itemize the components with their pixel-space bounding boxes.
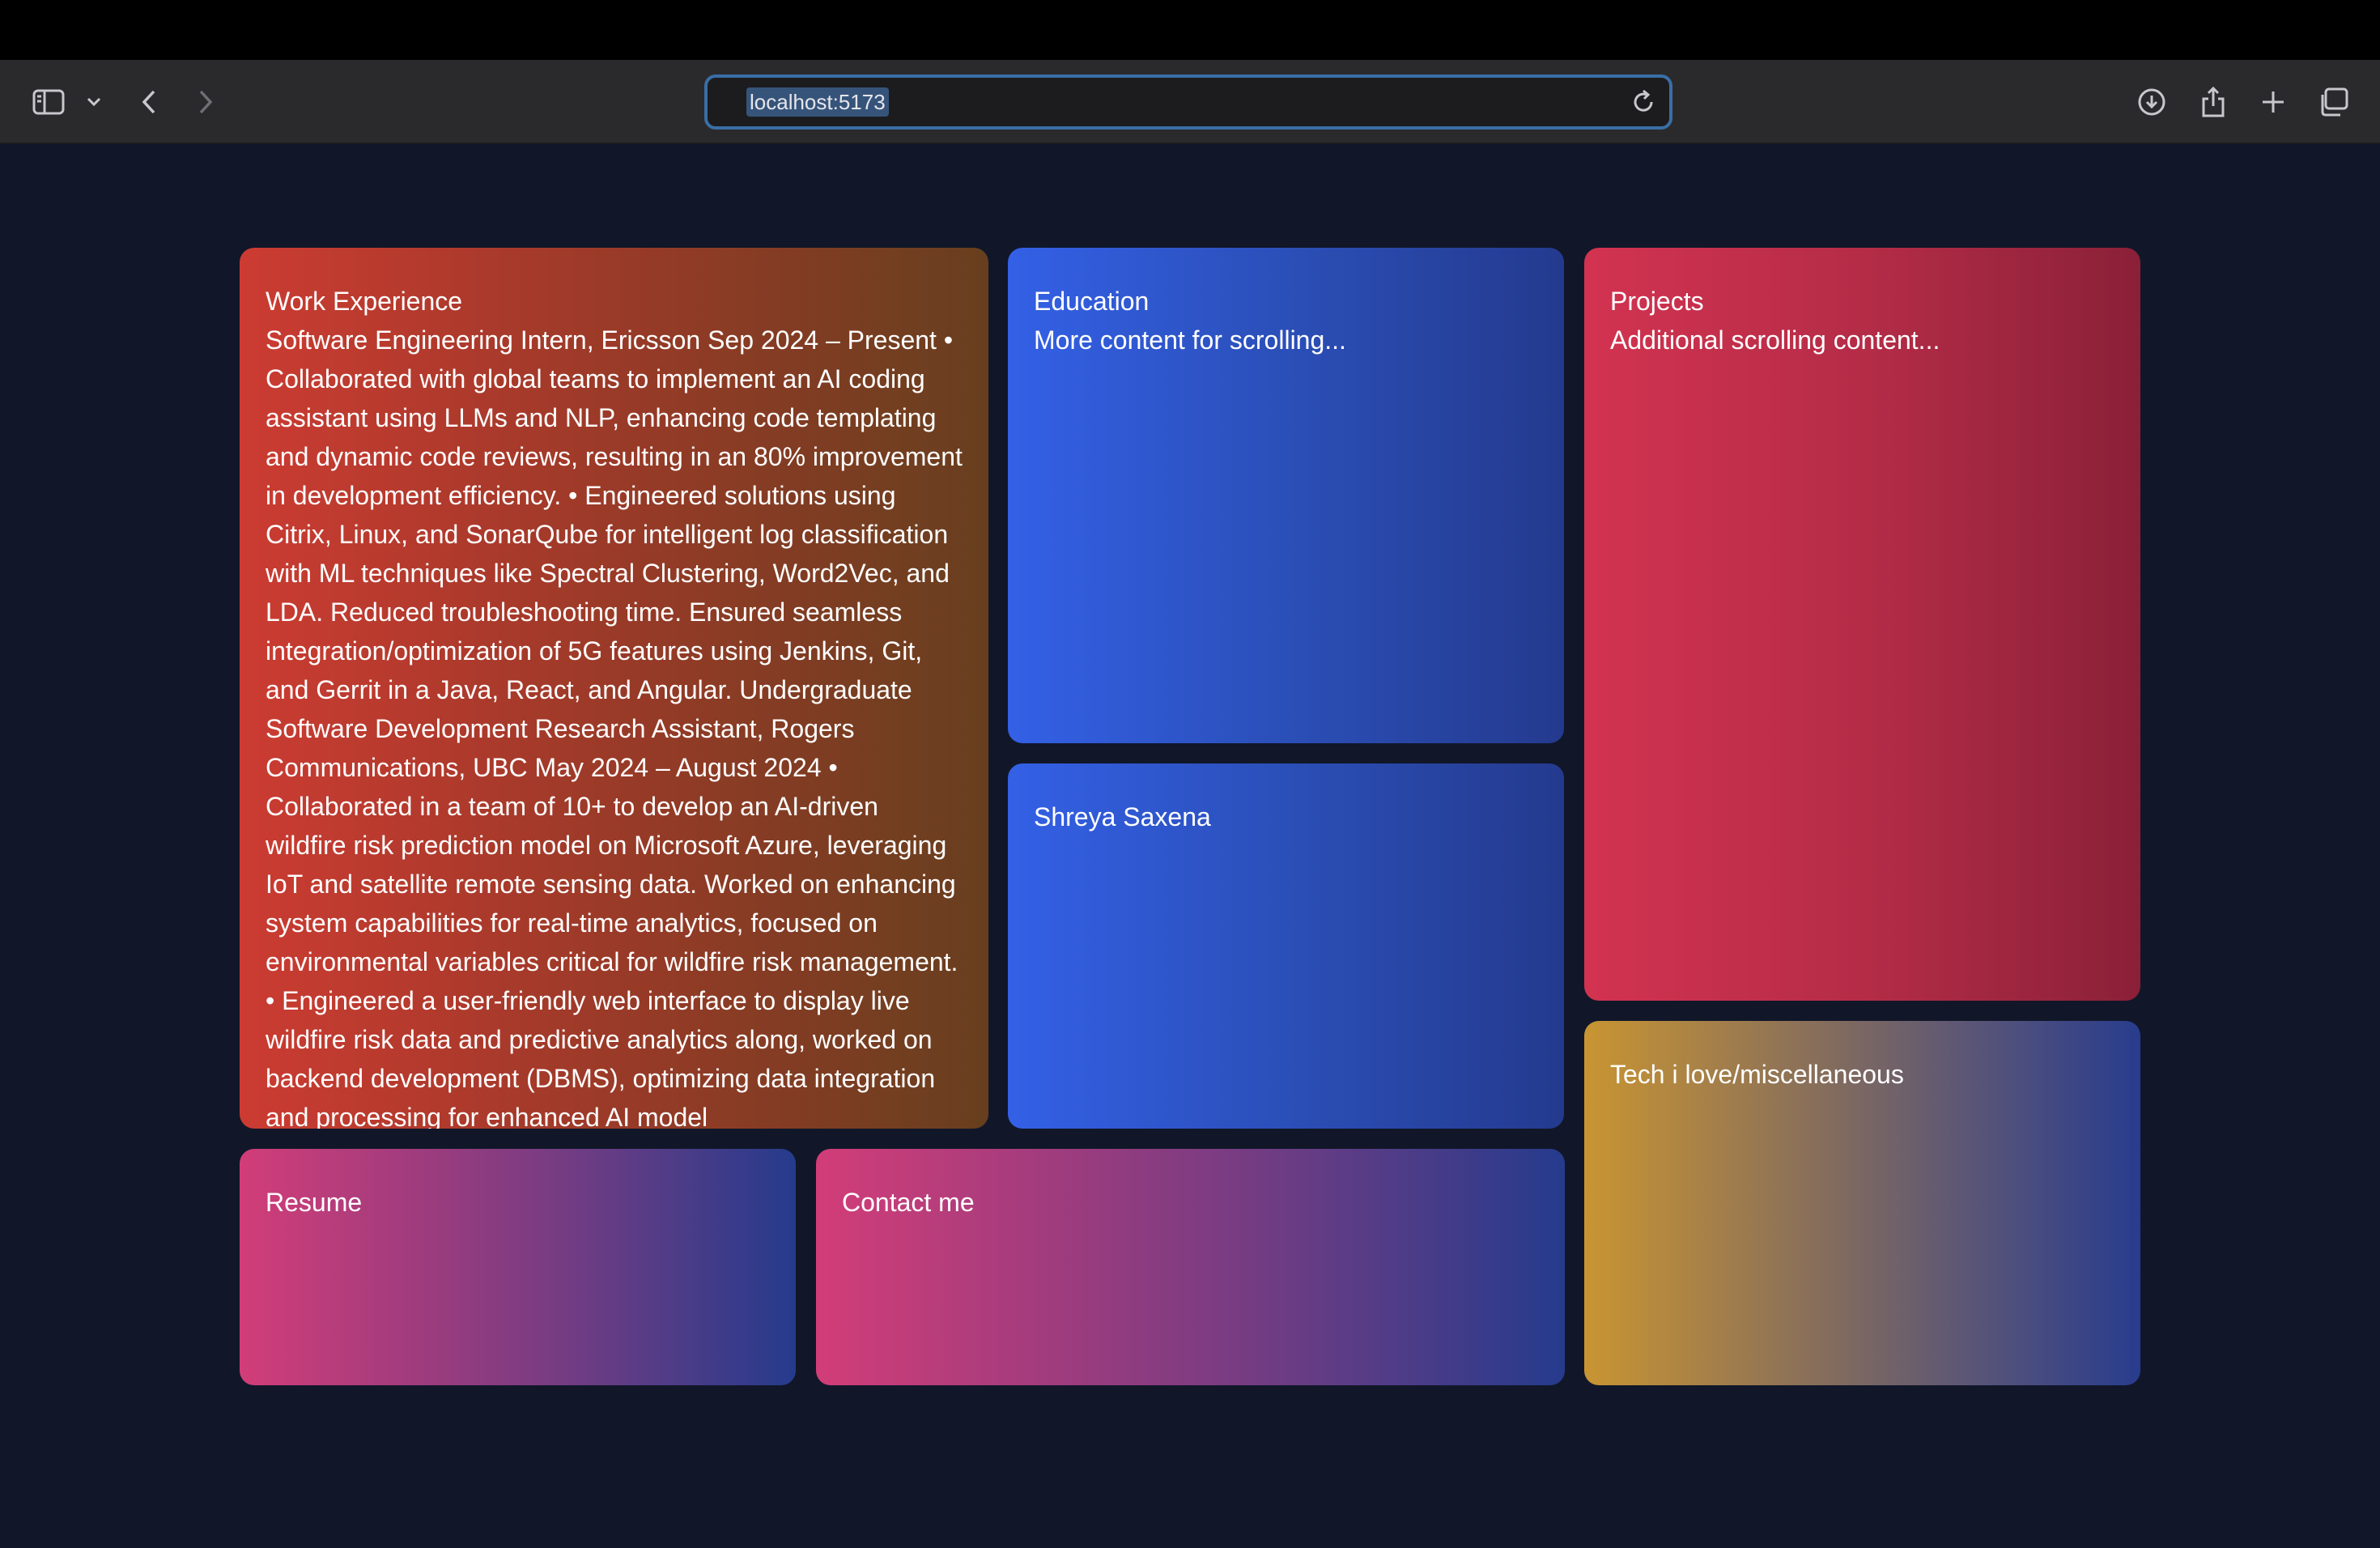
download-icon[interactable] — [2134, 84, 2170, 120]
plus-icon[interactable] — [2255, 84, 2291, 120]
resume-card[interactable]: Resume — [240, 1149, 796, 1385]
work-experience-title: Work Experience — [266, 287, 463, 316]
projects-body: Additional scrolling content... — [1610, 325, 1940, 355]
name-title: Shreya Saxena — [1034, 802, 1211, 831]
work-experience-body: Software Engineering Intern, Ericsson Se… — [266, 325, 963, 1129]
resume-title: Resume — [266, 1188, 363, 1217]
tech-card[interactable]: Tech i love/miscellaneous — [1584, 1021, 2140, 1385]
browser-toolbar: localhost:5173 — [0, 60, 2380, 144]
url-text[interactable]: localhost:5173 — [746, 87, 889, 117]
name-card[interactable]: Shreya Saxena — [1008, 763, 1564, 1129]
contact-title: Contact me — [842, 1188, 975, 1217]
chevron-down-icon[interactable] — [78, 84, 110, 120]
work-experience-card[interactable]: Work Experience Software Engineering Int… — [240, 248, 988, 1129]
projects-card[interactable]: Projects Additional scrolling content... — [1584, 248, 2140, 1001]
education-title: Education — [1034, 287, 1150, 316]
contact-card[interactable]: Contact me — [816, 1149, 1565, 1385]
page-content: Work Experience Software Engineering Int… — [0, 144, 2380, 1548]
tech-title: Tech i love/miscellaneous — [1610, 1060, 1904, 1089]
education-body: More content for scrolling... — [1034, 325, 1346, 355]
projects-title: Projects — [1610, 287, 1704, 316]
address-bar[interactable]: localhost:5173 — [704, 74, 1672, 130]
chevron-left-icon[interactable] — [131, 84, 167, 120]
share-icon[interactable] — [2195, 84, 2231, 120]
tab-overview-icon[interactable] — [2315, 84, 2351, 120]
reload-icon[interactable] — [1629, 87, 1658, 117]
sidebar-icon[interactable] — [31, 84, 66, 120]
menu-bar-area — [0, 0, 2380, 60]
education-card[interactable]: Education More content for scrolling... — [1008, 248, 1564, 743]
chevron-right-icon[interactable] — [188, 84, 223, 120]
